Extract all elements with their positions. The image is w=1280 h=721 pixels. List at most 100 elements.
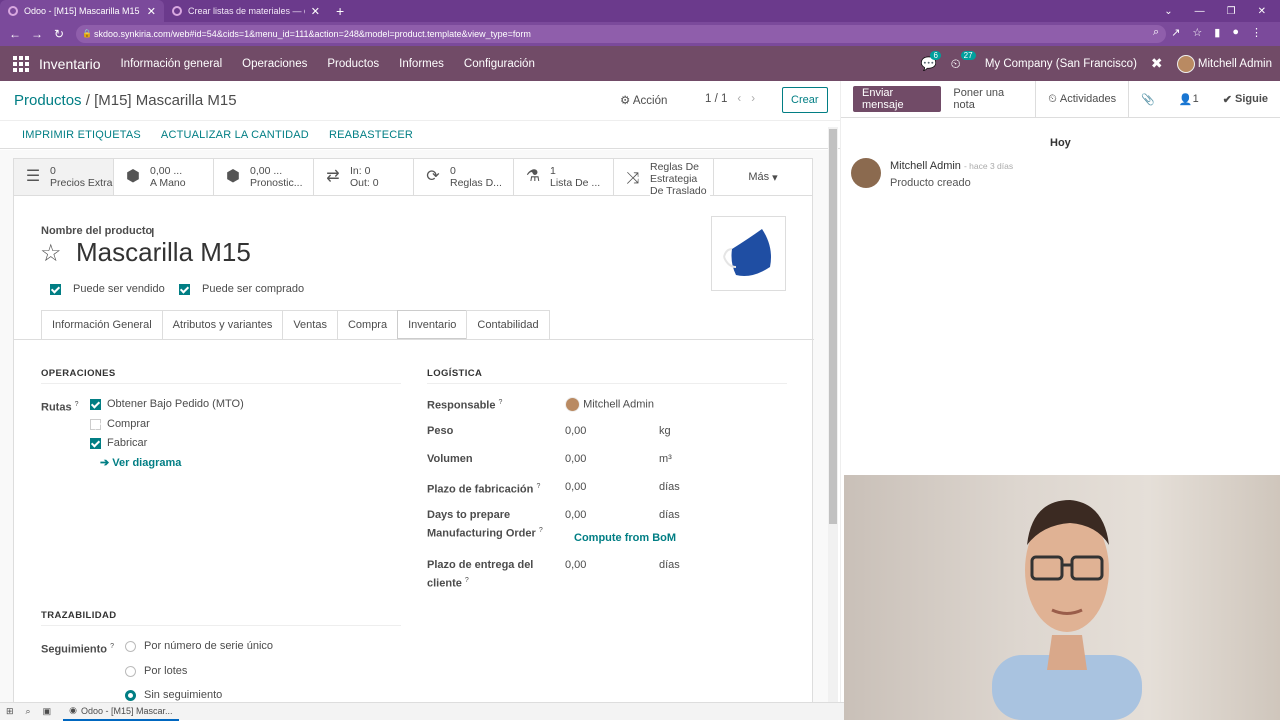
- breadcrumb-productos[interactable]: Productos: [14, 92, 82, 109]
- tracking-serial-radio[interactable]: Por número de serie único: [125, 640, 273, 652]
- print-labels-button[interactable]: IMPRIMIR ETIQUETAS: [22, 129, 141, 141]
- user-menu[interactable]: Mitchell Admin: [1176, 54, 1272, 73]
- browser-tab-docs[interactable]: Crear listas de materiales — doc ✕: [164, 0, 328, 22]
- avatar[interactable]: [851, 158, 881, 188]
- menu-dots-icon[interactable]: ⋮: [1251, 26, 1262, 39]
- help-icon[interactable]: ?: [110, 643, 114, 650]
- smart-button-reorder-rules[interactable]: ⟳ 0 Reglas D...: [414, 159, 514, 195]
- close-tab-icon[interactable]: ✕: [311, 5, 320, 18]
- tab-general[interactable]: Información General: [41, 310, 163, 339]
- weight-field[interactable]: 0,00: [565, 425, 586, 437]
- smart-button-bom[interactable]: ⚗ 1 Lista De ...: [514, 159, 614, 195]
- pager-prev-icon[interactable]: ‹: [737, 93, 741, 105]
- menu-operaciones[interactable]: Operaciones: [242, 58, 307, 70]
- restore-icon[interactable]: ❐: [1227, 6, 1236, 17]
- chevron-down-icon[interactable]: ⌄: [1164, 6, 1172, 17]
- log-note-button[interactable]: Poner una nota: [941, 81, 1035, 118]
- pager-value[interactable]: 1 / 1: [705, 93, 727, 105]
- tab-purchase[interactable]: Compra: [336, 310, 399, 339]
- back-icon[interactable]: ←: [4, 27, 26, 41]
- compute-from-bom-button[interactable]: Compute from BoM: [574, 532, 676, 544]
- smart-button-in-out[interactable]: ⇄ In: 0 Out: 0: [314, 159, 414, 195]
- company-switcher[interactable]: My Company (San Francisco): [985, 58, 1137, 70]
- activities-clock-icon[interactable]: ⏲ 27: [951, 50, 976, 72]
- scrollbar-thumb[interactable]: [829, 129, 837, 524]
- profile-icon[interactable]: ●: [1232, 26, 1239, 39]
- bookmark-star-icon[interactable]: ☆: [1192, 26, 1202, 39]
- route-buy-checkbox[interactable]: Comprar: [90, 418, 150, 430]
- tab-inventory[interactable]: Inventario: [397, 310, 468, 339]
- volume-field[interactable]: 0,00: [565, 453, 586, 465]
- activities-button[interactable]: ⏲ Actividades: [1035, 80, 1130, 118]
- followers-button[interactable]: 👤 1: [1167, 81, 1211, 118]
- new-tab-button[interactable]: +: [328, 0, 352, 22]
- days-prepare-field[interactable]: 0,00: [565, 509, 586, 521]
- tracking-none-radio[interactable]: Sin seguimiento: [125, 689, 222, 701]
- form-scrollbar[interactable]: [828, 127, 838, 702]
- menu-productos[interactable]: Productos: [327, 58, 379, 70]
- view-diagram-link[interactable]: ➔ Ver diagrama: [100, 456, 181, 469]
- route-mto-checkbox[interactable]: Obtener Bajo Pedido (MTO): [90, 398, 244, 410]
- taskbar-chrome-item[interactable]: ◉ Odoo - [M15] Mascar...: [63, 703, 179, 721]
- app-grid-icon[interactable]: [13, 55, 29, 72]
- zoom-icon[interactable]: ⌕: [1153, 26, 1159, 39]
- smart-button-extra-prices[interactable]: ☰ 0 Precios Extra: [14, 159, 114, 195]
- help-icon[interactable]: ?: [536, 483, 540, 490]
- manufacturing-lead-field[interactable]: 0,00: [565, 481, 586, 493]
- help-icon[interactable]: ?: [539, 527, 543, 534]
- smart-button-forecast[interactable]: ⬢ 0,00 ... Pronostic...: [214, 159, 314, 195]
- app-name[interactable]: Inventario: [39, 56, 100, 72]
- action-dropdown[interactable]: ⚙ Acción: [620, 93, 667, 107]
- help-icon[interactable]: ?: [465, 577, 469, 584]
- sidebar-icon[interactable]: ▮: [1214, 26, 1220, 39]
- forward-icon[interactable]: →: [26, 27, 48, 41]
- browser-tab-odoo[interactable]: Odoo - [M15] Mascarilla M15 ✕: [0, 0, 164, 22]
- favorite-star-icon[interactable]: ☆: [40, 239, 62, 268]
- stat-label: Reglas D...: [450, 177, 502, 189]
- update-quantity-button[interactable]: ACTUALIZAR LA CANTIDAD: [161, 129, 309, 141]
- header-buttons: IMPRIMIR ETIQUETAS ACTUALIZAR LA CANTIDA…: [0, 121, 840, 149]
- days-prepare-label: Days to prepare Manufacturing Order ?: [427, 507, 543, 542]
- smart-button-putaway[interactable]: ⤨ Reglas De Estrategia De Traslado: [614, 159, 714, 197]
- help-icon[interactable]: ?: [75, 401, 79, 408]
- can-be-sold-checkbox[interactable]: Puede ser vendido: [50, 283, 165, 295]
- reload-icon[interactable]: ↻: [48, 27, 70, 41]
- product-image[interactable]: [711, 216, 786, 291]
- can-be-purchased-checkbox[interactable]: Puede ser comprado: [179, 283, 304, 295]
- tab-accounting[interactable]: Contabilidad: [466, 310, 550, 339]
- tab-sales[interactable]: Ventas: [282, 310, 338, 339]
- smart-button-on-hand[interactable]: ⬢ 0,00 ... A Mano: [114, 159, 214, 195]
- more-dropdown[interactable]: Más ▾: [714, 159, 812, 195]
- customer-lead-field[interactable]: 0,00: [565, 559, 586, 571]
- close-tab-icon[interactable]: ✕: [147, 5, 156, 18]
- tracking-lots-radio[interactable]: Por lotes: [125, 665, 187, 677]
- follow-button[interactable]: ✔ Siguie: [1211, 81, 1280, 118]
- create-button[interactable]: Crear: [782, 87, 828, 113]
- manufacturing-lead-unit: días: [659, 481, 680, 493]
- minimize-icon[interactable]: —: [1195, 6, 1205, 17]
- author-name[interactable]: Mitchell Admin: [890, 160, 961, 172]
- menu-configuracion[interactable]: Configuración: [464, 58, 535, 70]
- product-name-field[interactable]: Mascarilla M15: [76, 237, 251, 268]
- menu-informacion-general[interactable]: Información general: [120, 58, 222, 70]
- cubes-icon: ⬢: [126, 168, 140, 185]
- windows-start-icon[interactable]: ⊞: [6, 706, 14, 717]
- send-message-button[interactable]: Enviar mensaje: [853, 86, 942, 112]
- weight-label: Peso: [427, 425, 454, 437]
- help-icon[interactable]: ?: [499, 399, 503, 406]
- tab-attributes[interactable]: Atributos y variantes: [161, 310, 284, 339]
- view-diagram-label: Ver diagrama: [112, 457, 182, 469]
- responsible-field[interactable]: Mitchell Admin: [565, 397, 654, 412]
- menu-informes[interactable]: Informes: [399, 58, 444, 70]
- pager-next-icon[interactable]: ›: [751, 93, 755, 105]
- task-view-icon[interactable]: ▣: [43, 706, 52, 717]
- route-manufacture-checkbox[interactable]: Fabricar: [90, 437, 147, 449]
- replenish-button[interactable]: REABASTECER: [329, 129, 413, 141]
- debug-tools-icon[interactable]: ✖: [1151, 55, 1163, 72]
- close-window-icon[interactable]: ✕: [1258, 6, 1266, 17]
- url-bar[interactable]: 🔒 skdoo.synkiria.com/web#id=54&cids=1&me…: [76, 25, 1166, 43]
- share-icon[interactable]: ↗: [1171, 26, 1180, 39]
- search-icon[interactable]: ⌕: [26, 706, 31, 717]
- messages-icon[interactable]: 💬 6: [920, 50, 941, 72]
- attachment-icon[interactable]: 📎: [1129, 81, 1167, 118]
